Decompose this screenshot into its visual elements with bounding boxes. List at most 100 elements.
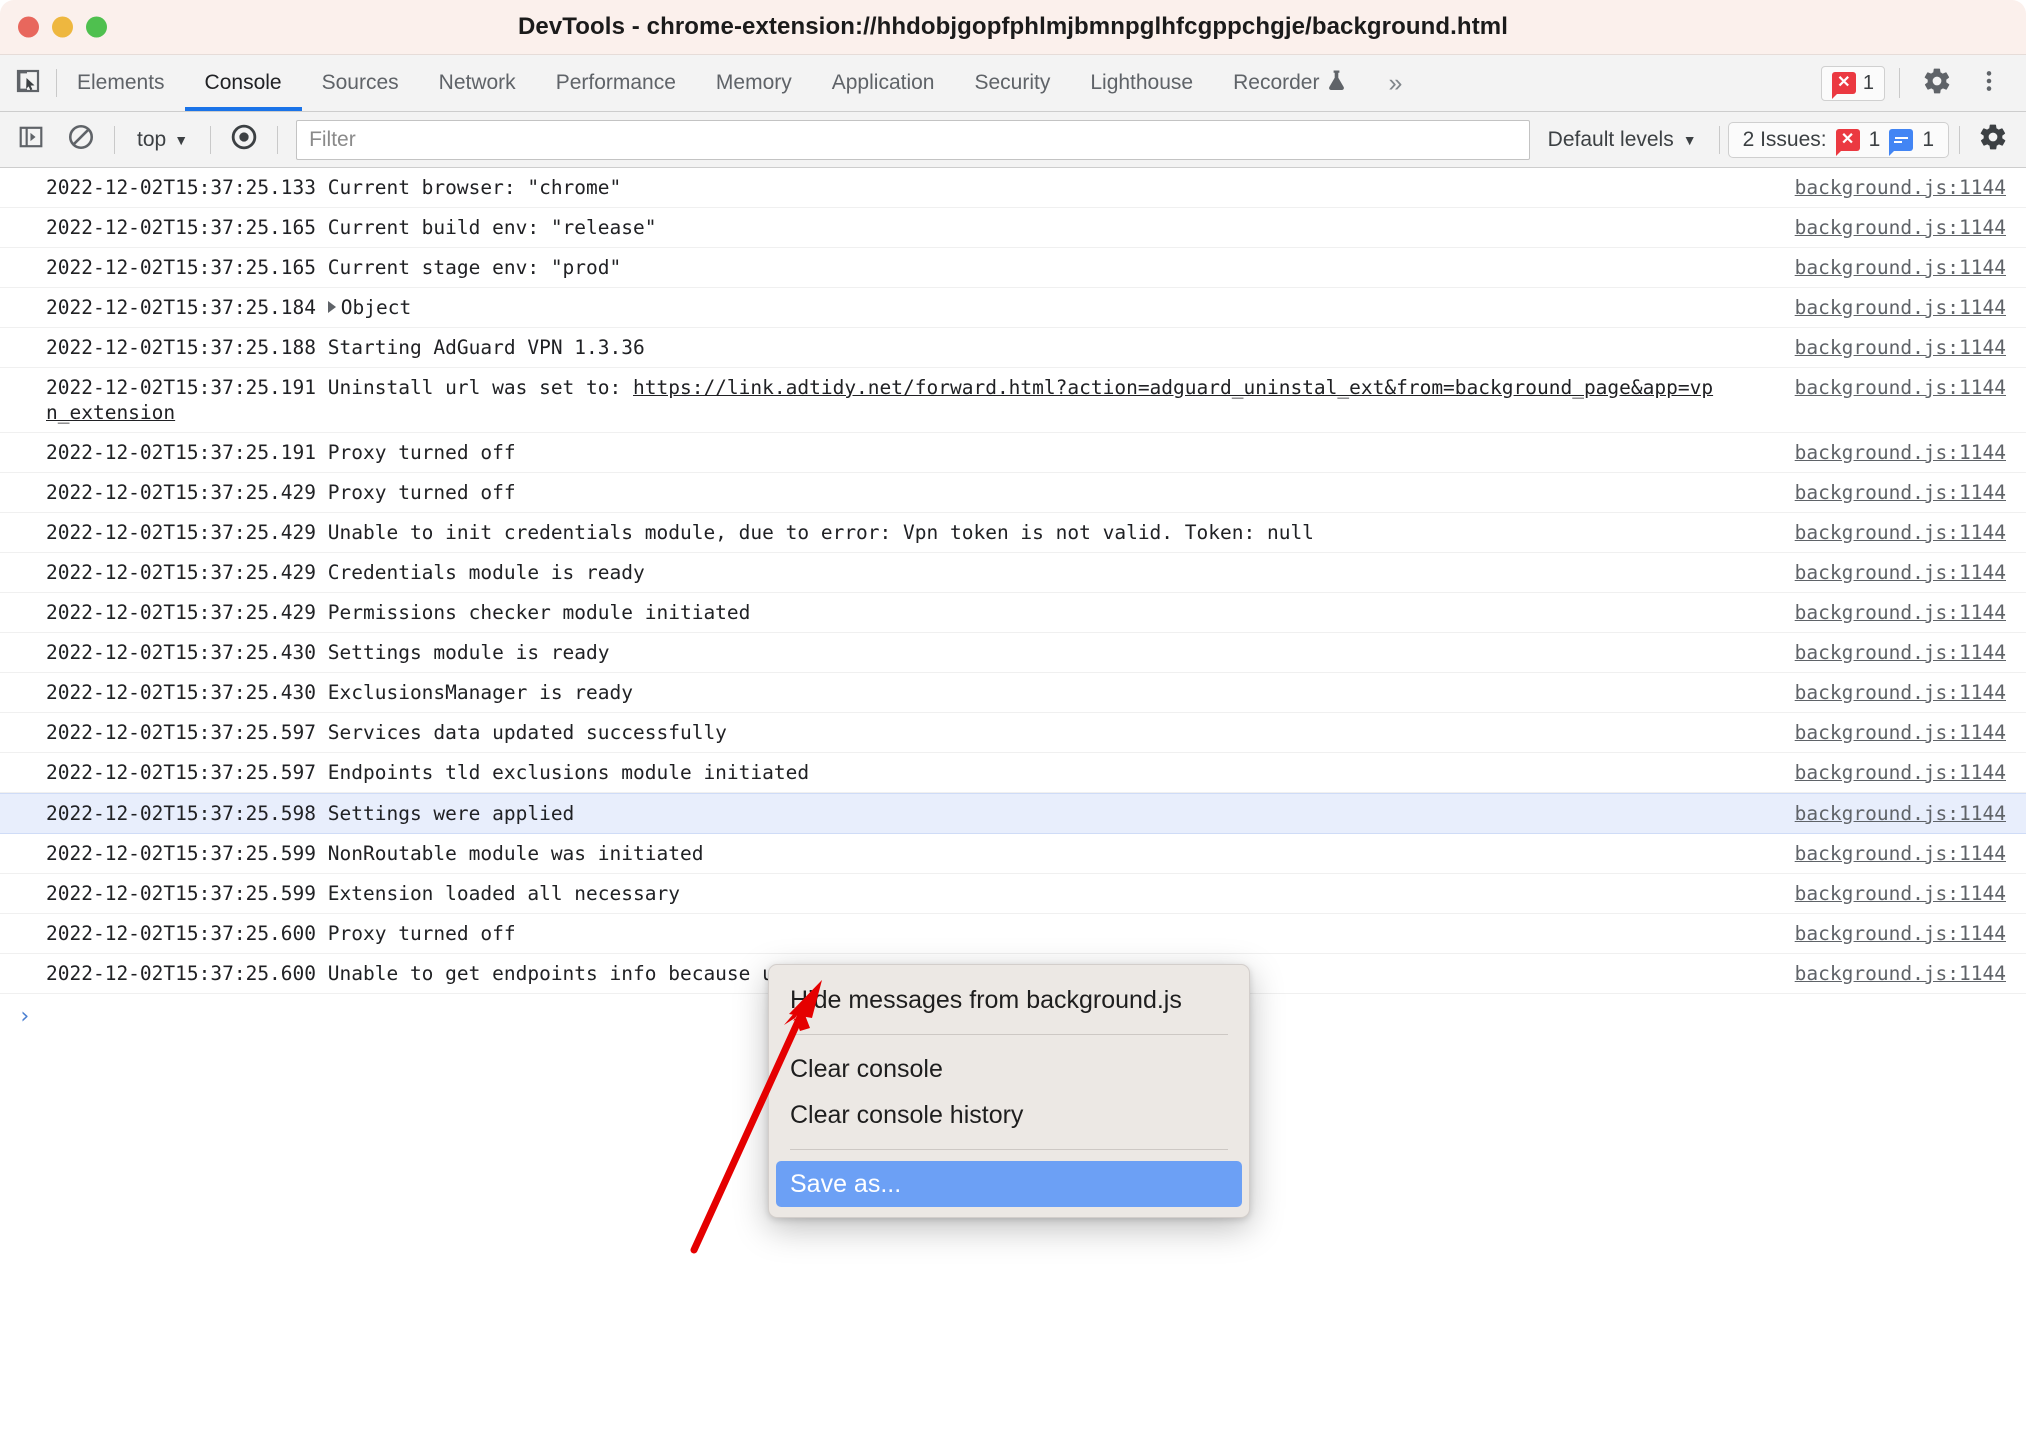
log-message: 2022-12-02T15:37:25.429 Permissions chec… <box>46 601 751 624</box>
log-source-link[interactable]: background.js:1144 <box>1795 921 2006 946</box>
prompt-caret-icon: › <box>18 1004 32 1029</box>
console-sidebar-toggle-button[interactable] <box>8 117 54 163</box>
log-source-link[interactable]: background.js:1144 <box>1795 600 2006 625</box>
log-row[interactable]: 2022-12-02T15:37:25.430 ExclusionsManage… <box>0 673 2026 713</box>
log-source-link[interactable]: background.js:1144 <box>1795 335 2006 360</box>
tab-label: Application <box>831 71 935 94</box>
menu-item-save-as[interactable]: Save as... <box>776 1161 1242 1207</box>
log-source-link[interactable]: background.js:1144 <box>1795 480 2006 505</box>
tab-label: Recorder <box>1233 71 1320 94</box>
log-source-link[interactable]: background.js:1144 <box>1795 375 2006 400</box>
log-source-link[interactable]: background.js:1144 <box>1795 440 2006 465</box>
log-row[interactable]: 2022-12-02T15:37:25.165 Current build en… <box>0 208 2026 248</box>
log-source-link[interactable]: background.js:1144 <box>1795 881 2006 906</box>
tab-label: Sources <box>321 71 399 94</box>
log-row[interactable]: 2022-12-02T15:37:25.600 Proxy turned off… <box>0 914 2026 954</box>
log-message: 2022-12-02T15:37:25.430 Settings module … <box>46 641 610 664</box>
devtools-settings-button[interactable] <box>1914 60 1960 106</box>
log-timestamp: 2022-12-02T15:37:25.184 <box>46 296 328 319</box>
log-source-link[interactable]: background.js:1144 <box>1795 961 2006 986</box>
zoom-button[interactable] <box>86 16 107 38</box>
tab-security[interactable]: Security <box>954 55 1070 111</box>
error-badge-icon: ✕ <box>1831 72 1856 99</box>
console-context-menu: Hide messages from background.js Clear c… <box>768 964 1250 1218</box>
log-source-link[interactable]: background.js:1144 <box>1795 255 2006 280</box>
tabbar-actions: ✕ 1 <box>1820 55 2026 111</box>
log-row[interactable]: 2022-12-02T15:37:25.429 Permissions chec… <box>0 593 2026 633</box>
log-source-link[interactable]: background.js:1144 <box>1795 640 2006 665</box>
console-settings-button[interactable] <box>1970 117 2016 163</box>
kebab-menu-icon <box>1976 67 2002 100</box>
log-source-link[interactable]: background.js:1144 <box>1795 560 2006 585</box>
log-row[interactable]: 2022-12-02T15:37:25.191 Uninstall url wa… <box>0 368 2026 433</box>
tab-lighthouse[interactable]: Lighthouse <box>1070 55 1213 111</box>
log-row[interactable]: 2022-12-02T15:37:25.165 Current stage en… <box>0 248 2026 288</box>
log-message: 2022-12-02T15:37:25.429 Credentials modu… <box>46 561 645 584</box>
log-source-link[interactable]: background.js:1144 <box>1795 720 2006 745</box>
tab-recorder[interactable]: Recorder <box>1213 55 1366 111</box>
log-row[interactable]: 2022-12-02T15:37:25.599 NonRoutable modu… <box>0 834 2026 874</box>
log-row[interactable]: 2022-12-02T15:37:25.429 Credentials modu… <box>0 553 2026 593</box>
window-titlebar: DevTools - chrome-extension://hhdobjgopf… <box>0 0 2026 55</box>
filter-input[interactable] <box>296 119 1530 160</box>
log-source-link[interactable]: background.js:1144 <box>1795 520 2006 545</box>
log-object-label[interactable]: Object <box>341 296 411 319</box>
log-source-link[interactable]: background.js:1144 <box>1795 801 2006 826</box>
tab-performance[interactable]: Performance <box>536 55 696 111</box>
log-source-link[interactable]: background.js:1144 <box>1795 841 2006 866</box>
traffic-light-group <box>18 16 107 38</box>
log-row[interactable]: 2022-12-02T15:37:25.430 Settings module … <box>0 633 2026 673</box>
more-tabs-button[interactable]: » <box>1366 55 1424 111</box>
log-row[interactable]: 2022-12-02T15:37:25.599 Extension loaded… <box>0 874 2026 914</box>
log-row[interactable]: 2022-12-02T15:37:25.429 Proxy turned off… <box>0 473 2026 513</box>
log-source-link[interactable]: background.js:1144 <box>1795 680 2006 705</box>
tab-application[interactable]: Application <box>812 55 955 111</box>
log-source-link[interactable]: background.js:1144 <box>1795 295 2006 320</box>
log-source-link[interactable]: background.js:1144 <box>1795 760 2006 785</box>
log-source-link[interactable]: background.js:1144 <box>1795 215 2006 240</box>
tab-label: Console <box>204 71 282 94</box>
minimize-button[interactable] <box>52 16 73 38</box>
tab-network[interactable]: Network <box>419 55 536 111</box>
menu-item-hide-messages[interactable]: Hide messages from background.js <box>776 977 1242 1023</box>
error-count-chip[interactable]: ✕ 1 <box>1820 65 1885 101</box>
menu-item-clear-console-history[interactable]: Clear console history <box>776 1092 1242 1138</box>
show-console-sidebar-icon <box>18 124 44 155</box>
console-message-list[interactable]: 2022-12-02T15:37:25.133 Current browser:… <box>0 168 2026 1442</box>
chevron-down-icon: ▼ <box>1682 131 1697 148</box>
log-source-link[interactable]: background.js:1144 <box>1795 175 2006 200</box>
log-message: 2022-12-02T15:37:25.191 Uninstall url wa… <box>46 375 1736 425</box>
menu-item-clear-console[interactable]: Clear console <box>776 1046 1242 1092</box>
log-message: 2022-12-02T15:37:25.188 Starting AdGuard… <box>46 336 645 359</box>
inspect-element-button[interactable] <box>0 55 56 111</box>
close-button[interactable] <box>18 16 39 38</box>
menu-separator <box>790 1149 1228 1150</box>
tab-sources[interactable]: Sources <box>302 55 419 111</box>
log-row[interactable]: 2022-12-02T15:37:25.191 Proxy turned off… <box>0 433 2026 473</box>
issues-info-count: 1 <box>1922 127 1934 151</box>
log-row[interactable]: 2022-12-02T15:37:25.184 Object backgroun… <box>0 288 2026 328</box>
error-badge-icon: ✕ <box>1835 128 1860 156</box>
toolbar-divider-2 <box>210 125 212 154</box>
log-row[interactable]: 2022-12-02T15:37:25.188 Starting AdGuard… <box>0 328 2026 368</box>
log-message: 2022-12-02T15:37:25.165 Current build en… <box>46 216 657 239</box>
toolbar-divider-1 <box>114 125 115 154</box>
log-row[interactable]: 2022-12-02T15:37:25.429 Unable to init c… <box>0 513 2026 553</box>
execution-context-selector[interactable]: top ▼ <box>125 120 200 160</box>
tab-elements[interactable]: Elements <box>57 55 185 111</box>
issues-button[interactable]: 2 Issues: ✕ 1 1 <box>1727 121 1949 158</box>
devtools-more-options-button[interactable] <box>1966 60 2012 106</box>
create-live-expression-button[interactable] <box>221 117 267 163</box>
log-row[interactable]: 2022-12-02T15:37:25.133 Current browser:… <box>0 168 2026 208</box>
log-row[interactable]: 2022-12-02T15:37:25.597 Endpoints tld ex… <box>0 753 2026 793</box>
log-row[interactable]: 2022-12-02T15:37:25.597 Services data up… <box>0 713 2026 753</box>
expand-triangle-icon[interactable] <box>327 301 336 313</box>
tab-console[interactable]: Console <box>184 55 302 111</box>
log-message: 2022-12-02T15:37:25.599 NonRoutable modu… <box>46 842 704 865</box>
tab-memory[interactable]: Memory <box>696 55 812 111</box>
clear-console-button[interactable] <box>58 117 104 163</box>
log-levels-selector[interactable]: Default levels ▼ <box>1534 128 1711 152</box>
log-timestamp: 2022-12-02T15:37:25.191 Uninstall url wa… <box>46 376 633 399</box>
chevron-down-icon: ▼ <box>174 131 189 148</box>
log-row-selected[interactable]: 2022-12-02T15:37:25.598 Settings were ap… <box>0 793 2026 834</box>
